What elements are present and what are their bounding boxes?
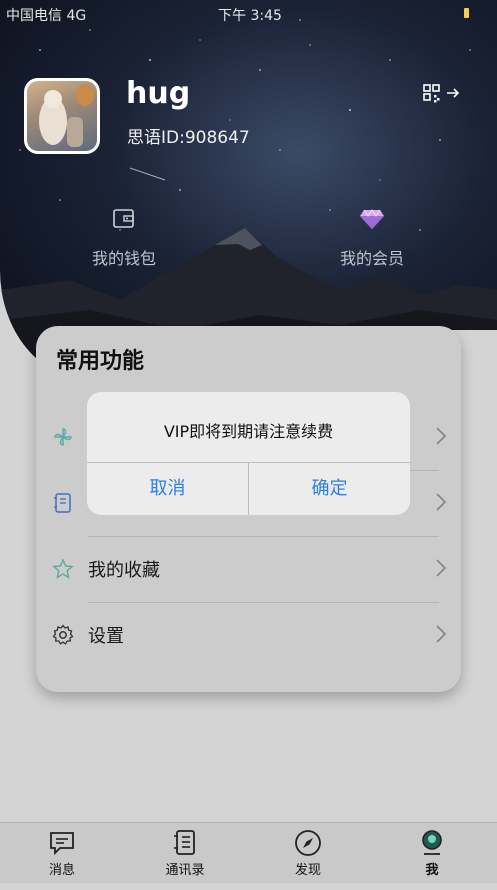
vip-expiry-alert: VIP即将到期请注意续费 取消 确定 bbox=[87, 392, 410, 515]
card-title: 常用功能 bbox=[56, 349, 145, 374]
profile-icon bbox=[422, 830, 442, 855]
battery-icon bbox=[464, 8, 469, 18]
contacts-icon bbox=[174, 830, 195, 855]
chevron-right-icon bbox=[436, 493, 447, 511]
tab-label: 我 bbox=[425, 863, 439, 878]
list-item-favorites[interactable]: 我的收藏 bbox=[36, 536, 461, 602]
alert-message: VIP即将到期请注意续费 bbox=[163, 422, 334, 441]
membership-button[interactable]: 我的会员 bbox=[302, 205, 442, 269]
status-bar: 中国电信 4G 下午 3:45 bbox=[0, 0, 497, 26]
tab-me[interactable]: 我 bbox=[387, 829, 477, 878]
tab-discover[interactable]: 发现 bbox=[263, 829, 353, 878]
tab-label: 发现 bbox=[294, 863, 321, 878]
message-icon bbox=[50, 832, 74, 856]
avatar-image bbox=[39, 84, 94, 147]
chevron-right-icon bbox=[436, 625, 447, 643]
user-id: 思语ID:908647 bbox=[127, 128, 250, 148]
list-item-settings[interactable]: 设置 bbox=[36, 602, 461, 668]
qr-code-icon[interactable] bbox=[423, 84, 463, 106]
nickname: hug bbox=[126, 76, 191, 111]
gear-icon bbox=[52, 624, 74, 645]
diamond-icon bbox=[360, 209, 384, 229]
divider bbox=[88, 536, 439, 537]
list-item-label: 我的收藏 bbox=[88, 560, 160, 581]
confirm-button[interactable]: 确定 bbox=[249, 463, 410, 515]
star-icon bbox=[52, 558, 74, 579]
time-label: 下午 3:45 bbox=[218, 8, 282, 24]
wallet-icon bbox=[113, 209, 134, 228]
tab-messages[interactable]: 消息 bbox=[17, 829, 107, 878]
membership-label: 我的会员 bbox=[339, 249, 404, 268]
pinwheel-icon bbox=[54, 428, 72, 446]
chevron-right-icon bbox=[436, 427, 447, 445]
tab-label: 通讯录 bbox=[165, 863, 205, 878]
divider bbox=[88, 602, 439, 603]
list-item-label: 设置 bbox=[88, 626, 124, 647]
tab-bar: 消息 通讯录 发现 我 bbox=[0, 822, 497, 883]
profile-header-background bbox=[0, 0, 497, 380]
notebook-icon bbox=[54, 493, 71, 513]
cancel-button[interactable]: 取消 bbox=[87, 463, 248, 515]
wallet-label: 我的钱包 bbox=[91, 249, 156, 268]
tab-contacts[interactable]: 通讯录 bbox=[140, 829, 230, 878]
compass-icon bbox=[295, 830, 321, 856]
tab-label: 消息 bbox=[48, 863, 75, 878]
wallet-button[interactable]: 我的钱包 bbox=[54, 205, 194, 269]
avatar[interactable] bbox=[24, 78, 100, 154]
carrier-label: 中国电信 4G bbox=[6, 8, 87, 24]
chevron-right-icon bbox=[436, 559, 447, 577]
